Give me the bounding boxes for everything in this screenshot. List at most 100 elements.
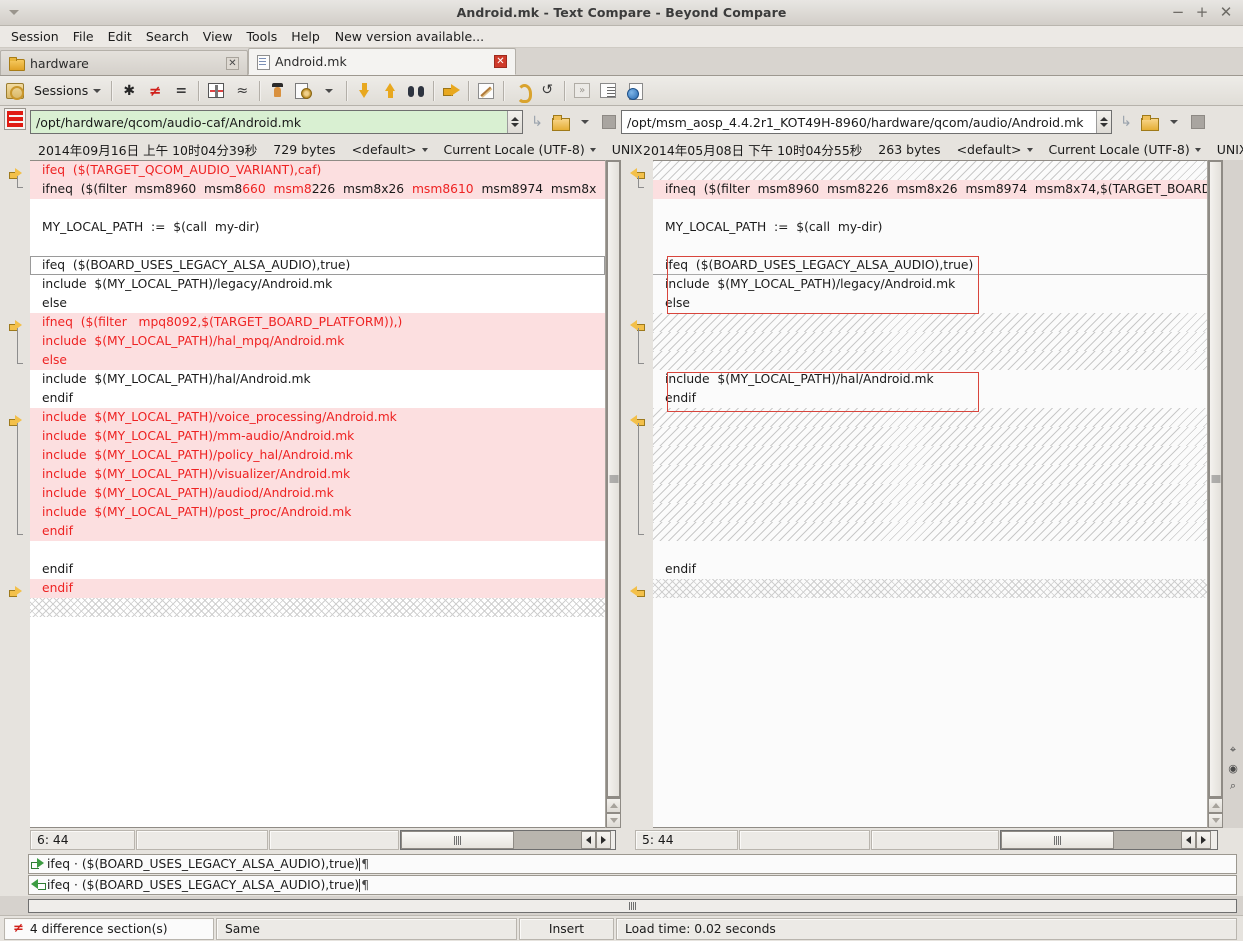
close-button[interactable]: ✕ — [1215, 3, 1237, 23]
difference-count-label: 4 difference section(s) — [29, 921, 168, 936]
rules-button[interactable] — [290, 78, 316, 104]
find-button[interactable] — [403, 78, 429, 104]
left-pane-status: 6: 44 — [0, 828, 621, 852]
right-hsb-rail[interactable] — [1114, 831, 1181, 849]
right-code-area[interactable]: ifneq ($(filter msm8960 msm8226 msm8x26 … — [653, 160, 1207, 828]
left-format-select[interactable]: <default> — [344, 142, 436, 157]
minimize-button[interactable]: − — [1167, 3, 1189, 23]
right-format-select[interactable]: <default> — [949, 142, 1041, 157]
refresh-button[interactable]: ↺ — [534, 78, 560, 104]
collapse-button[interactable]: » — [569, 78, 595, 104]
right-encoding-select[interactable]: Current Locale (UTF-8) — [1041, 142, 1209, 157]
right-browse-dropdown[interactable] — [1162, 109, 1186, 135]
copy-to-left-arrow-icon[interactable] — [31, 878, 46, 891]
left-hsb-thumb[interactable] — [401, 831, 514, 849]
html-report-button[interactable] — [621, 78, 647, 104]
menu-edit[interactable]: Edit — [101, 27, 139, 46]
edit-button[interactable] — [473, 78, 499, 104]
left-vsb-down-button[interactable] — [606, 813, 621, 828]
menu-session[interactable]: Session — [4, 27, 66, 46]
sessions-button[interactable]: Sessions — [28, 78, 107, 104]
right-vsb-up-button[interactable] — [1208, 798, 1223, 813]
left-stop-button[interactable] — [597, 109, 621, 135]
left-vsb-up-button[interactable] — [606, 798, 621, 813]
tab-android-mk[interactable]: Android.mk ✕ — [248, 48, 516, 75]
line-numbers-button[interactable] — [595, 78, 621, 104]
left-vsb-thumb[interactable] — [607, 161, 620, 797]
left-gutter[interactable] — [0, 160, 30, 828]
maximize-button[interactable]: + — [1191, 3, 1213, 23]
session-icon-button[interactable] — [2, 78, 28, 104]
right-swap-button[interactable]: ↳ — [1114, 109, 1138, 135]
right-hsb-thumb[interactable] — [1001, 831, 1114, 849]
copy-to-right-arrow-icon[interactable] — [31, 857, 45, 870]
left-hsb-right-button[interactable] — [596, 831, 611, 849]
right-stop-button[interactable] — [1186, 109, 1210, 135]
copy-to-right-button[interactable] — [438, 78, 464, 104]
tab-android-mk-close-icon[interactable]: ✕ — [494, 55, 507, 68]
tab-hardware[interactable]: hardware ✕ — [0, 50, 248, 75]
window-menu-button[interactable] — [0, 10, 28, 15]
chevron-left-icon — [1186, 836, 1191, 844]
right-horizontal-scrollbar[interactable] — [1000, 830, 1218, 850]
next-difference-button[interactable] — [351, 78, 377, 104]
minor-differences-button[interactable]: ≈ — [229, 78, 255, 104]
detail-horizontal-scrollbar[interactable] — [28, 899, 1237, 913]
previous-difference-button[interactable] — [377, 78, 403, 104]
right-encoding-value: Current Locale (UTF-8) — [1048, 141, 1190, 157]
right-gutter[interactable] — [621, 160, 653, 828]
right-vsb-track[interactable] — [1208, 160, 1223, 798]
detail-line-left[interactable]: ifeq · ($(BOARD_USES_LEGACY_ALSA_AUDIO),… — [28, 854, 1237, 874]
show-differences-button[interactable]: ≠ — [142, 78, 168, 104]
menu-tools[interactable]: Tools — [239, 27, 284, 46]
code-line: endif — [30, 389, 605, 408]
detail-line-right[interactable]: ifeq · ($(BOARD_USES_LEGACY_ALSA_AUDIO),… — [28, 875, 1237, 895]
scroll-to-top-button[interactable]: ⌖ — [1225, 742, 1241, 758]
alignment-button[interactable] — [203, 78, 229, 104]
right-hsb-right-button[interactable] — [1196, 831, 1211, 849]
left-pane-body: ifeq ($(TARGET_QCOM_AUDIO_VARIANT),caf) … — [0, 160, 621, 828]
tab-android-mk-label: Android.mk — [275, 54, 347, 69]
right-hsb-left-button[interactable] — [1181, 831, 1196, 849]
left-horizontal-scrollbar[interactable] — [400, 830, 616, 850]
scroll-center-button[interactable]: ◉ — [1225, 760, 1241, 776]
undo-button[interactable] — [508, 78, 534, 104]
right-browse-button[interactable] — [1138, 109, 1162, 135]
show-same-button[interactable]: = — [168, 78, 194, 104]
left-browse-dropdown[interactable] — [573, 109, 597, 135]
right-vertical-scrollbar[interactable] — [1207, 160, 1223, 828]
chevron-down-icon — [93, 88, 102, 93]
tab-hardware-close-icon[interactable]: ✕ — [226, 56, 239, 70]
left-path-field[interactable]: /opt/hardware/qcom/audio-caf/Android.mk — [30, 110, 523, 134]
left-vsb-track[interactable] — [606, 160, 621, 798]
show-all-button[interactable]: ✱ — [116, 78, 142, 104]
right-path-spinner[interactable] — [1096, 111, 1111, 133]
left-code-area[interactable]: ifeq ($(TARGET_QCOM_AUDIO_VARIANT),caf) … — [30, 160, 605, 828]
left-browse-button[interactable] — [549, 109, 573, 135]
find-icon — [408, 84, 425, 97]
left-encoding-select[interactable]: Current Locale (UTF-8) — [436, 142, 604, 157]
left-hsb-rail[interactable] — [514, 831, 581, 849]
tab-hardware-label: hardware — [30, 55, 89, 71]
left-vertical-scrollbar[interactable] — [605, 160, 621, 828]
menu-view[interactable]: View — [196, 27, 240, 46]
left-swap-button[interactable]: ↳ — [525, 109, 549, 135]
rules-dropdown-button[interactable] — [316, 78, 342, 104]
code-line: include $(MY_LOCAL_PATH)/hal/Android.mk — [30, 370, 605, 389]
right-path-field[interactable]: /opt/msm_aosp_4.4.2r1_KOT49H-8960/hardwa… — [621, 110, 1112, 134]
right-vsb-thumb[interactable] — [1209, 161, 1222, 797]
new-version-notice[interactable]: New version available... — [327, 27, 492, 46]
right-vsb-down-button[interactable] — [1208, 813, 1223, 828]
menu-search[interactable]: Search — [139, 27, 196, 46]
left-path-spinner[interactable] — [507, 111, 522, 133]
menu-file[interactable]: File — [66, 27, 101, 46]
menu-help[interactable]: Help — [284, 27, 327, 46]
text-caret — [359, 878, 361, 892]
scroll-to-bottom-button[interactable]: ⌕ — [1225, 778, 1241, 794]
session-settings-button[interactable] — [264, 78, 290, 104]
overview-strip-header[interactable] — [0, 106, 30, 138]
previous-difference-icon — [384, 83, 396, 98]
chevron-up-icon — [1100, 117, 1108, 121]
menu-bar: Session File Edit Search View Tools Help… — [0, 26, 1243, 48]
left-hsb-left-button[interactable] — [581, 831, 596, 849]
